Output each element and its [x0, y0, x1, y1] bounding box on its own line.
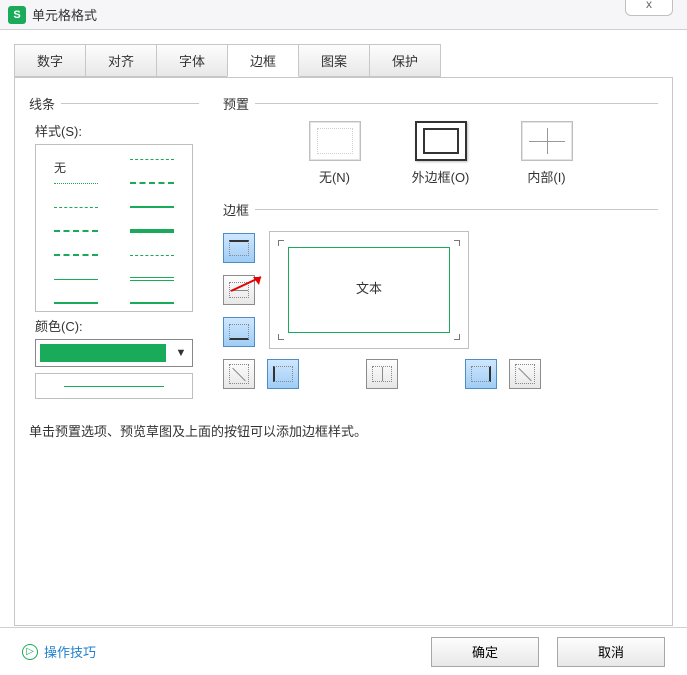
border-diagonal-down-button[interactable]	[509, 359, 541, 389]
tips-label: 操作技巧	[44, 642, 96, 661]
preset-none[interactable]: 无(N)	[299, 121, 371, 186]
line-style-10[interactable]	[38, 267, 114, 291]
line-style-1[interactable]	[114, 147, 190, 171]
tips-link[interactable]: ▷ 操作技巧	[22, 642, 96, 661]
titlebar: S 单元格格式 x	[0, 0, 687, 30]
close-button[interactable]: x	[625, 0, 673, 16]
line-style-none[interactable]: 无	[38, 147, 114, 171]
tab-border[interactable]: 边框	[227, 44, 299, 77]
border-preview[interactable]: 文本	[269, 231, 469, 349]
line-style-9[interactable]	[114, 243, 190, 267]
line-style-3[interactable]	[114, 171, 190, 195]
line-preview-swatch	[35, 373, 193, 399]
line-style-6[interactable]	[38, 219, 114, 243]
line-style-12[interactable]	[38, 291, 114, 315]
app-icon: S	[8, 6, 26, 24]
play-icon: ▷	[22, 644, 38, 660]
line-style-11[interactable]	[114, 267, 190, 291]
line-style-2[interactable]	[38, 171, 114, 195]
border-top-button[interactable]	[223, 233, 255, 263]
tab-align[interactable]: 对齐	[85, 44, 157, 77]
tab-pattern[interactable]: 图案	[298, 44, 370, 77]
style-label: 样式(S):	[35, 121, 199, 140]
tab-protect[interactable]: 保护	[369, 44, 441, 77]
preview-text: 文本	[270, 278, 468, 297]
border-legend: 边框	[223, 200, 255, 219]
border-left-button[interactable]	[267, 359, 299, 389]
border-bottom-button[interactable]	[223, 317, 255, 347]
preset-inner[interactable]: 内部(I)	[511, 121, 583, 186]
cancel-button[interactable]: 取消	[557, 637, 665, 667]
line-style-7[interactable]	[114, 219, 190, 243]
tab-content: 线条 样式(S): 无	[14, 78, 673, 626]
line-style-4[interactable]	[38, 195, 114, 219]
dialog-footer: ▷ 操作技巧 确定 取消	[0, 627, 687, 675]
line-color-fill	[40, 344, 166, 362]
chevron-down-icon: ▼	[170, 347, 192, 359]
line-color-picker[interactable]: ▼	[35, 339, 193, 367]
preset-legend: 预置	[223, 94, 255, 113]
line-style-5[interactable]	[114, 195, 190, 219]
line-style-8[interactable]	[38, 243, 114, 267]
hint-text: 单击预置选项、预览草图及上面的按钮可以添加边框样式。	[29, 421, 658, 440]
ok-button[interactable]: 确定	[431, 637, 539, 667]
color-label: 颜色(C):	[35, 316, 199, 335]
border-right-button[interactable]	[465, 359, 497, 389]
border-horizontal-button[interactable]	[223, 275, 255, 305]
border-diagonal-up-button[interactable]	[223, 359, 255, 389]
dialog-title: 单元格格式	[32, 5, 97, 24]
border-vertical-button[interactable]	[366, 359, 398, 389]
preset-outer[interactable]: 外边框(O)	[405, 121, 477, 186]
tabstrip: 数字 对齐 字体 边框 图案 保护	[14, 44, 673, 78]
tab-number[interactable]: 数字	[14, 44, 86, 77]
line-style-13[interactable]	[114, 291, 190, 315]
line-legend: 线条	[29, 94, 61, 113]
tab-font[interactable]: 字体	[156, 44, 228, 77]
line-style-picker[interactable]: 无	[35, 144, 193, 312]
